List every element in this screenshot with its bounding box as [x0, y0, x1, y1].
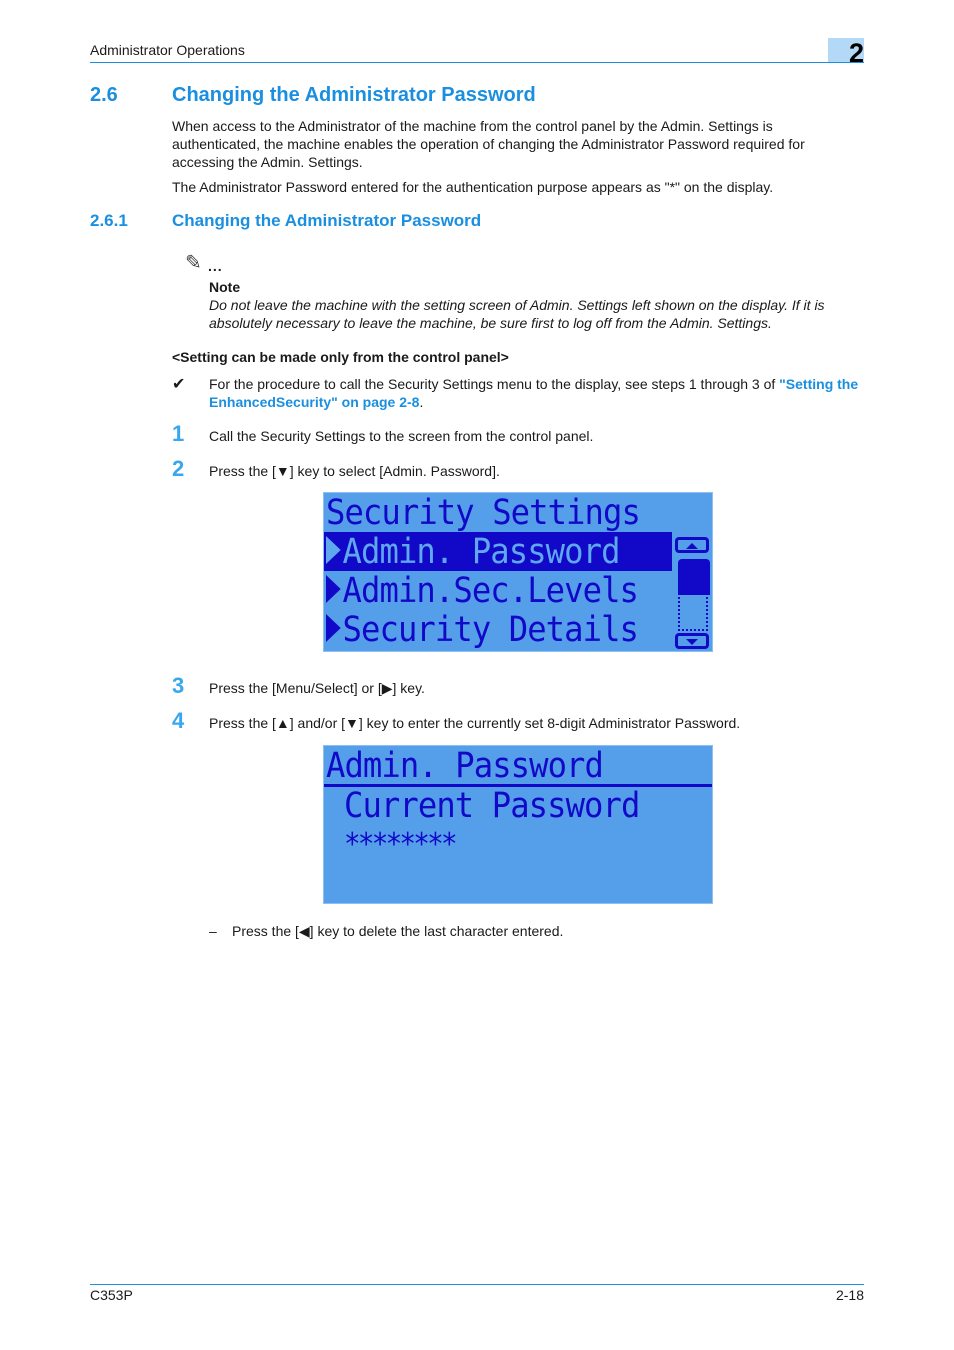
- section-title: Changing the Administrator Password: [172, 84, 536, 106]
- subsection-number: 2.6.1: [90, 211, 128, 230]
- subsection-heading: 2.6.1 Changing the Administrator Password: [90, 211, 481, 231]
- lcd-menu-item-label: Admin. Password: [342, 532, 621, 572]
- section-heading: 2.6 Changing the Administrator Password: [90, 84, 536, 107]
- scrollbar-track[interactable]: [678, 593, 708, 631]
- pencil-note-icon: ✎: [185, 252, 202, 274]
- step-number: 3: [172, 673, 185, 698]
- section-number: 2.6: [90, 84, 118, 106]
- menu-arrow-icon: [326, 575, 341, 603]
- page-header: Administrator Operations 2: [90, 38, 864, 68]
- lcd-password-input[interactable]: ********: [344, 826, 458, 864]
- lcd-admin-password-screen: Admin. Password Current Password *******…: [323, 745, 713, 904]
- sub-step: – Press the [◀] key to delete the last ch…: [209, 923, 563, 940]
- prerequisite-text: For the procedure to call the Security S…: [209, 375, 869, 411]
- menu-arrow-icon: [326, 614, 341, 642]
- lcd-menu-item-label: Security Details: [342, 610, 639, 650]
- step-text: Press the [Menu/Select] or [▶] key.: [209, 680, 425, 696]
- prerequisite-text-before: For the procedure to call the Security S…: [209, 376, 780, 392]
- scroll-down-icon[interactable]: [675, 633, 709, 649]
- step-number: 4: [172, 708, 185, 733]
- subsection-title: Changing the Administrator Password: [172, 211, 482, 230]
- step-text: Press the [▼] key to select [Admin. Pass…: [209, 463, 500, 479]
- header-section-title: Administrator Operations: [90, 42, 245, 58]
- step-text: Call the Security Settings to the screen…: [209, 428, 594, 444]
- prerequisite-text-after: .: [419, 394, 424, 410]
- sub-step-text: Press the [◀] key to delete the last cha…: [232, 923, 564, 939]
- asterisk-paragraph: The Administrator Password entered for t…: [172, 179, 774, 195]
- selection-arrow-icon: [326, 536, 341, 564]
- lcd-menu-item-admin-password[interactable]: Admin. Password: [326, 533, 620, 571]
- step-number: 2: [172, 456, 185, 481]
- scroll-up-icon[interactable]: [675, 537, 709, 553]
- note-label: Note: [209, 279, 241, 295]
- page-footer: C353P 2-18: [90, 1284, 864, 1303]
- dash-bullet: –: [209, 923, 217, 939]
- intro-paragraph: When access to the Administrator of the …: [172, 118, 805, 170]
- lcd-menu-item-admin-sec-levels[interactable]: Admin.Sec.Levels: [326, 571, 639, 611]
- footer-model: C353P: [90, 1287, 133, 1303]
- lcd-security-settings-screen: Security Settings Admin. Password Admin.…: [323, 492, 713, 652]
- note-text: Do not leave the machine with the settin…: [209, 297, 825, 331]
- lcd-current-password-label: Current Password: [344, 786, 640, 826]
- footer-page-number: 2-18: [835, 1287, 864, 1303]
- step-number: 1: [172, 421, 185, 446]
- note-dots: ...: [208, 258, 223, 274]
- lcd-title: Admin. Password: [326, 746, 604, 786]
- control-panel-subheading: <Setting can be made only from the contr…: [172, 349, 509, 365]
- lcd-title: Security Settings: [326, 493, 641, 533]
- lcd-menu-item-security-details[interactable]: Security Details: [326, 610, 639, 650]
- checkmark-icon: ✔: [172, 376, 186, 393]
- lcd-menu-item-label: Admin.Sec.Levels: [342, 571, 639, 611]
- step-text: Press the [▲] and/or [▼] key to enter th…: [209, 715, 741, 731]
- chapter-number: 2: [848, 38, 864, 68]
- scrollbar-thumb[interactable]: [678, 559, 710, 595]
